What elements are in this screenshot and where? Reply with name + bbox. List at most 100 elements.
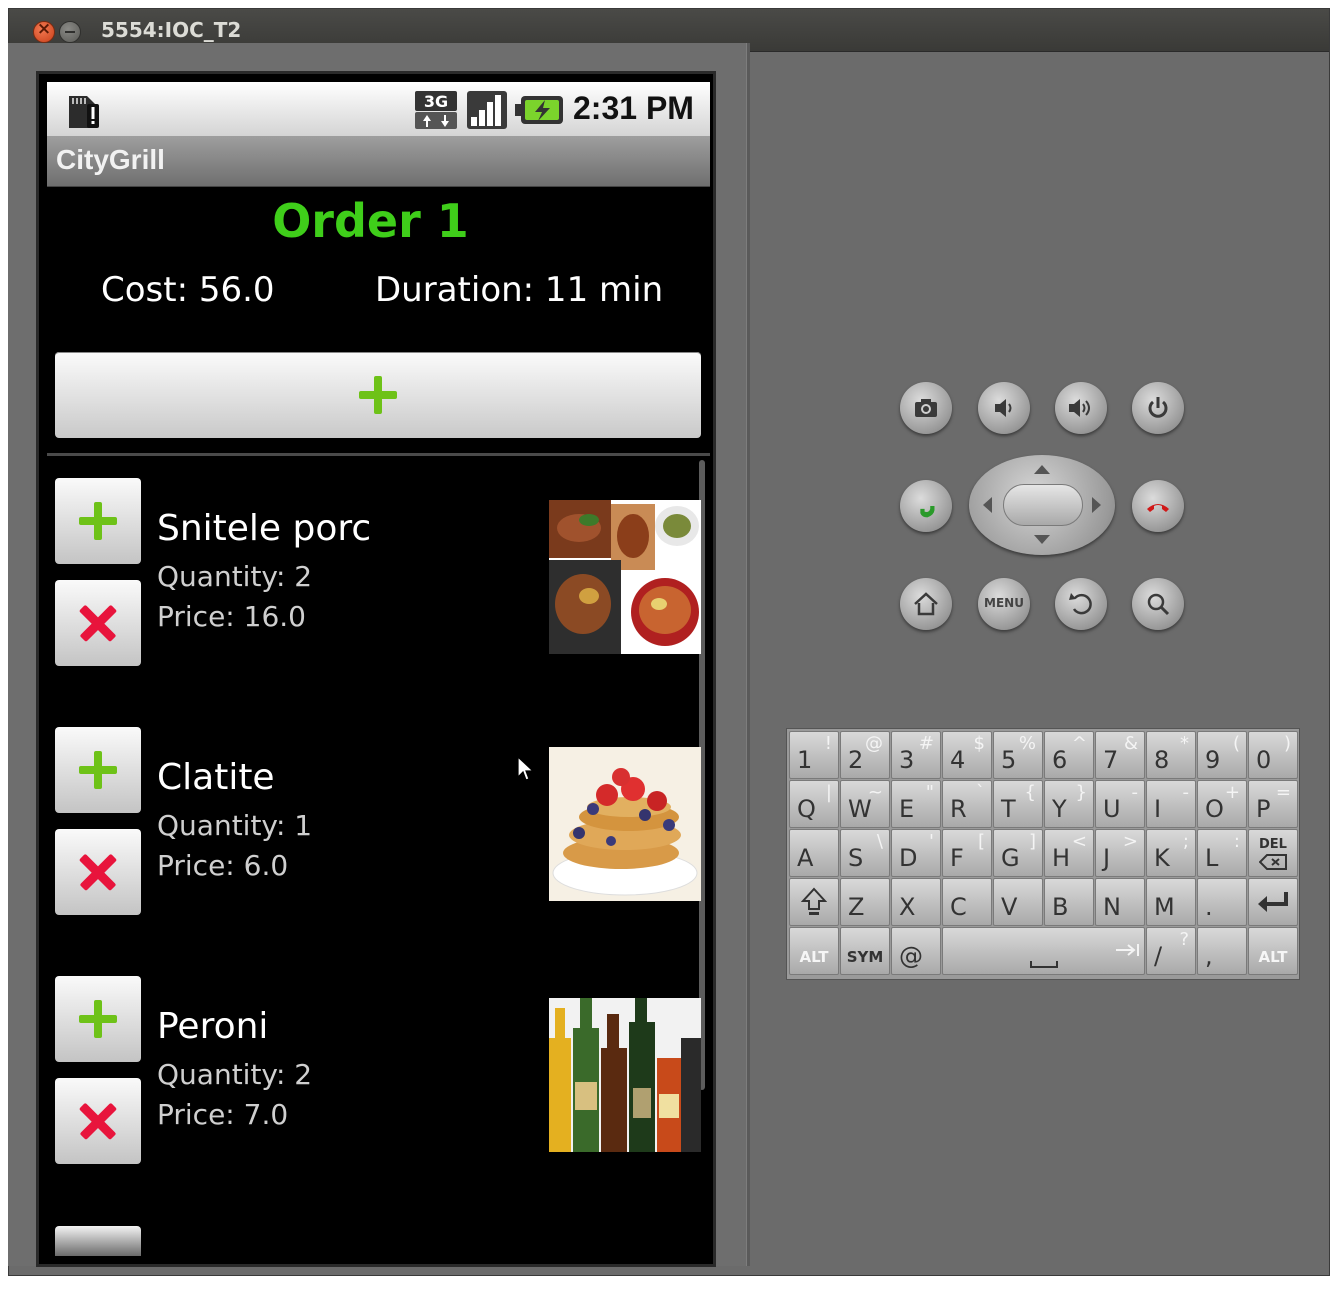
status-clock: 2:31 PM <box>573 90 694 126</box>
increase-quantity-button-partial[interactable] <box>55 1226 141 1256</box>
key[interactable]: H < <box>1044 829 1094 877</box>
key[interactable]: 8 * <box>1146 731 1196 779</box>
key[interactable]: S \ <box>840 829 890 877</box>
volume-down-button[interactable] <box>978 382 1030 434</box>
key[interactable]: Y} <box>1044 780 1094 828</box>
key[interactable]: 3 # <box>891 731 941 779</box>
key[interactable]: R ` <box>942 780 992 828</box>
key[interactable]: J > <box>1095 829 1145 877</box>
volume-down-icon <box>995 399 1012 417</box>
key[interactable]: X <box>891 878 941 926</box>
home-button[interactable] <box>900 578 952 630</box>
key[interactable]: T{ <box>993 780 1043 828</box>
enter-key[interactable] <box>1248 878 1298 926</box>
back-button[interactable] <box>1055 578 1107 630</box>
dpad[interactable] <box>969 455 1115 555</box>
slash-key[interactable]: /? <box>1146 927 1196 975</box>
key[interactable]: F[ <box>942 829 992 877</box>
list-item: Clatite Quantity: 1 Price: 6.0 <box>39 727 713 975</box>
remove-item-button[interactable] <box>55 829 141 915</box>
key[interactable]: U- <box>1095 780 1145 828</box>
key[interactable]: D ' <box>891 829 941 877</box>
back-icon <box>1069 593 1092 615</box>
key[interactable]: K; <box>1146 829 1196 877</box>
increase-quantity-button[interactable] <box>55 727 141 813</box>
window-close-button[interactable] <box>33 19 55 43</box>
x-icon <box>67 841 129 903</box>
app-title: CityGrill <box>56 144 165 175</box>
shift-key[interactable] <box>789 878 839 926</box>
order-duration: Duration: 11 min <box>375 270 664 310</box>
key[interactable]: Z <box>840 878 890 926</box>
key[interactable]: . <box>1197 878 1247 926</box>
key[interactable]: 0) <box>1248 731 1298 779</box>
key[interactable]: C <box>942 878 992 926</box>
key[interactable]: 6 ^ <box>1044 731 1094 779</box>
panel-divider <box>746 43 750 1266</box>
key[interactable]: W ~ <box>840 780 890 828</box>
dpad-center-button[interactable] <box>1003 484 1083 526</box>
sym-key[interactable]: SYM <box>840 927 890 975</box>
call-button[interactable] <box>900 480 952 532</box>
dpad-left-icon[interactable] <box>983 497 992 513</box>
key[interactable]: 5% <box>993 731 1043 779</box>
window-title: 5554:IOC_T2 <box>101 18 242 42</box>
dpad-up-icon[interactable] <box>1034 465 1050 474</box>
x-icon <box>67 1090 129 1152</box>
key[interactable]: I- <box>1146 780 1196 828</box>
item-name: Snitele porc <box>157 508 372 549</box>
delete-key[interactable]: DEL <box>1248 829 1298 877</box>
key[interactable]: N <box>1095 878 1145 926</box>
key[interactable]: M <box>1146 878 1196 926</box>
key[interactable]: L: <box>1197 829 1247 877</box>
alt-right-key[interactable]: ALT <box>1248 927 1298 975</box>
power-icon <box>1148 397 1168 418</box>
enter-icon <box>1258 892 1288 912</box>
home-icon <box>914 592 938 616</box>
tab-icon <box>1116 944 1139 956</box>
increase-quantity-button[interactable] <box>55 478 141 564</box>
comma-key[interactable]: , <box>1197 927 1247 975</box>
plus-icon <box>79 751 117 789</box>
key[interactable]: B <box>1044 878 1094 926</box>
space-key[interactable] <box>942 927 1145 975</box>
key[interactable]: 9( <box>1197 731 1247 779</box>
remove-item-button[interactable] <box>55 580 141 666</box>
key[interactable]: A <box>789 829 839 877</box>
key[interactable]: O + <box>1197 780 1247 828</box>
key[interactable]: V <box>993 878 1043 926</box>
key[interactable]: 2 @ <box>840 731 890 779</box>
increase-quantity-button[interactable] <box>55 976 141 1062</box>
window-minimize-button[interactable] <box>59 21 81 43</box>
menu-label: MENU <box>984 596 1024 610</box>
hardware-keyboard: 1! 2 @ 3 # 4 $ 5% 6 ^ 7 & 8 * 9( 0) Q | W ~ E " R… <box>786 728 1300 980</box>
key[interactable]: 1! <box>789 731 839 779</box>
menu-button[interactable]: MENU <box>978 578 1030 630</box>
key[interactable]: P = <box>1248 780 1298 828</box>
dpad-right-icon[interactable] <box>1092 497 1101 513</box>
power-button[interactable] <box>1132 382 1184 434</box>
alt-left-key[interactable]: ALT <box>789 927 839 975</box>
remove-item-button[interactable] <box>55 1078 141 1164</box>
end-call-button[interactable] <box>1132 480 1184 532</box>
mouse-cursor-icon <box>517 756 535 781</box>
volume-up-button[interactable] <box>1055 382 1107 434</box>
key[interactable]: Q | <box>789 780 839 828</box>
dpad-down-icon[interactable] <box>1034 535 1050 544</box>
delete-icon <box>1259 854 1287 870</box>
order-cost: Cost: 56.0 <box>101 270 275 310</box>
camera-button[interactable] <box>900 382 952 434</box>
item-quantity: Quantity: 2 <box>157 560 313 593</box>
list-divider <box>47 453 710 456</box>
item-price: Price: 16.0 <box>157 600 306 633</box>
at-key[interactable]: @ <box>891 927 941 975</box>
key[interactable]: G] <box>993 829 1043 877</box>
key[interactable]: E " <box>891 780 941 828</box>
key[interactable]: 7 & <box>1095 731 1145 779</box>
search-button[interactable] <box>1132 578 1184 630</box>
volume-up-icon <box>1069 399 1090 417</box>
add-item-button[interactable] <box>55 352 701 438</box>
item-quantity: Quantity: 2 <box>157 1058 313 1091</box>
key[interactable]: 4 $ <box>942 731 992 779</box>
end-call-icon <box>1147 504 1169 512</box>
